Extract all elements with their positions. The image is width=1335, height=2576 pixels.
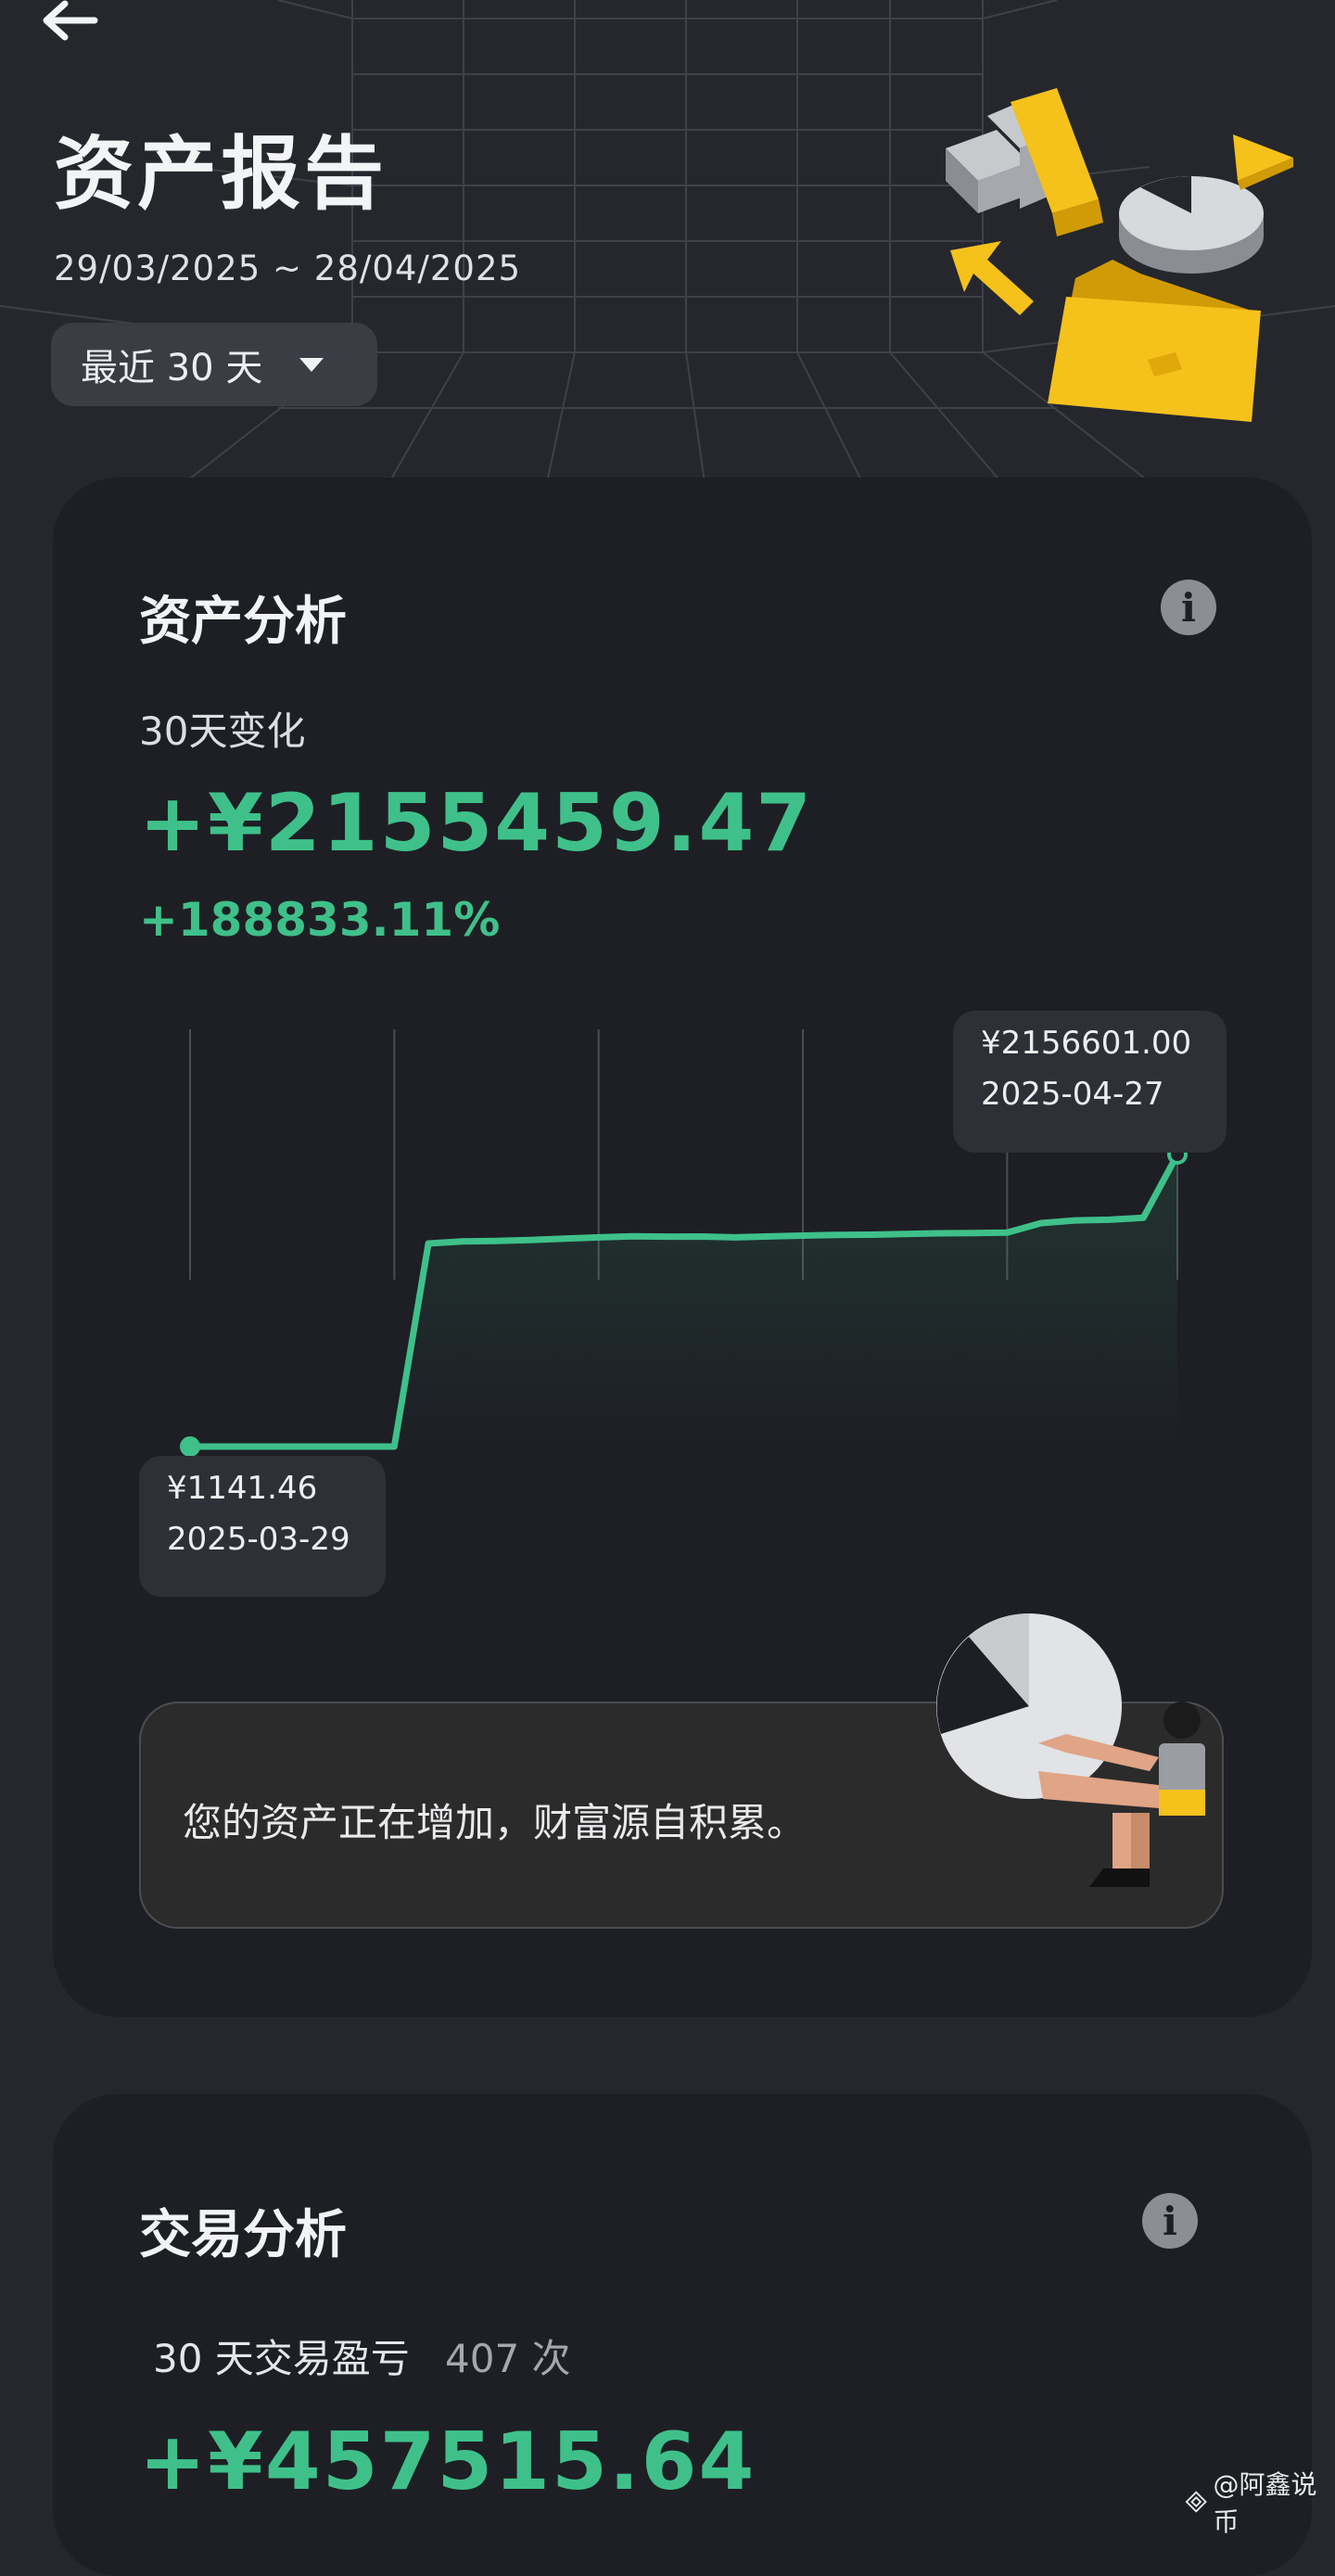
trade-analysis-title: 交易分析	[139, 2205, 347, 2265]
watermark: @阿鑫说币	[1185, 2465, 1335, 2539]
watermark-text: @阿鑫说币	[1213, 2469, 1317, 2537]
page-title: 资产报告	[54, 128, 388, 221]
tooltip-date: 2025-03-29	[167, 1521, 350, 1558]
tooltip-value: ¥1141.46	[167, 1470, 318, 1507]
person-pie-chart-illustration-icon	[936, 1613, 1205, 1887]
info-icon[interactable]: i	[1161, 580, 1216, 635]
trade-pnl-label: 30 天交易盈亏	[153, 2336, 410, 2381]
arrow-left-icon[interactable]	[37, 0, 111, 46]
tooltip-date: 2025-04-27	[981, 1076, 1164, 1113]
change-percent: +188833.11%	[139, 893, 501, 947]
period-dropdown[interactable]: 最近 30 天	[51, 323, 377, 406]
change-label: 30天变化	[139, 708, 306, 754]
report-illustration-icon	[946, 88, 1293, 422]
start-value-tooltip: ¥1141.46 2025-03-29	[139, 1456, 386, 1597]
caret-down-icon	[299, 357, 324, 372]
binance-logo-icon	[1185, 2491, 1207, 2513]
tooltip-value: ¥2156601.00	[981, 1025, 1192, 1062]
trade-count: 407 次	[445, 2336, 571, 2381]
change-value: +¥2155459.47	[139, 777, 814, 870]
chart-area	[190, 1154, 1177, 1447]
info-icon[interactable]: i	[1142, 2193, 1198, 2249]
asset-message-text: 您的资产正在增加，财富源自积累。	[183, 1800, 807, 1845]
asset-analysis-title: 资产分析	[139, 592, 347, 652]
trade-pnl-value: +¥457515.64	[139, 2416, 756, 2508]
data-point	[180, 1436, 200, 1457]
period-dropdown-label: 最近 30 天	[81, 347, 263, 389]
date-range: 29/03/2025 ~ 28/04/2025	[54, 249, 522, 288]
end-value-tooltip: ¥2156601.00 2025-04-27	[953, 1011, 1227, 1153]
